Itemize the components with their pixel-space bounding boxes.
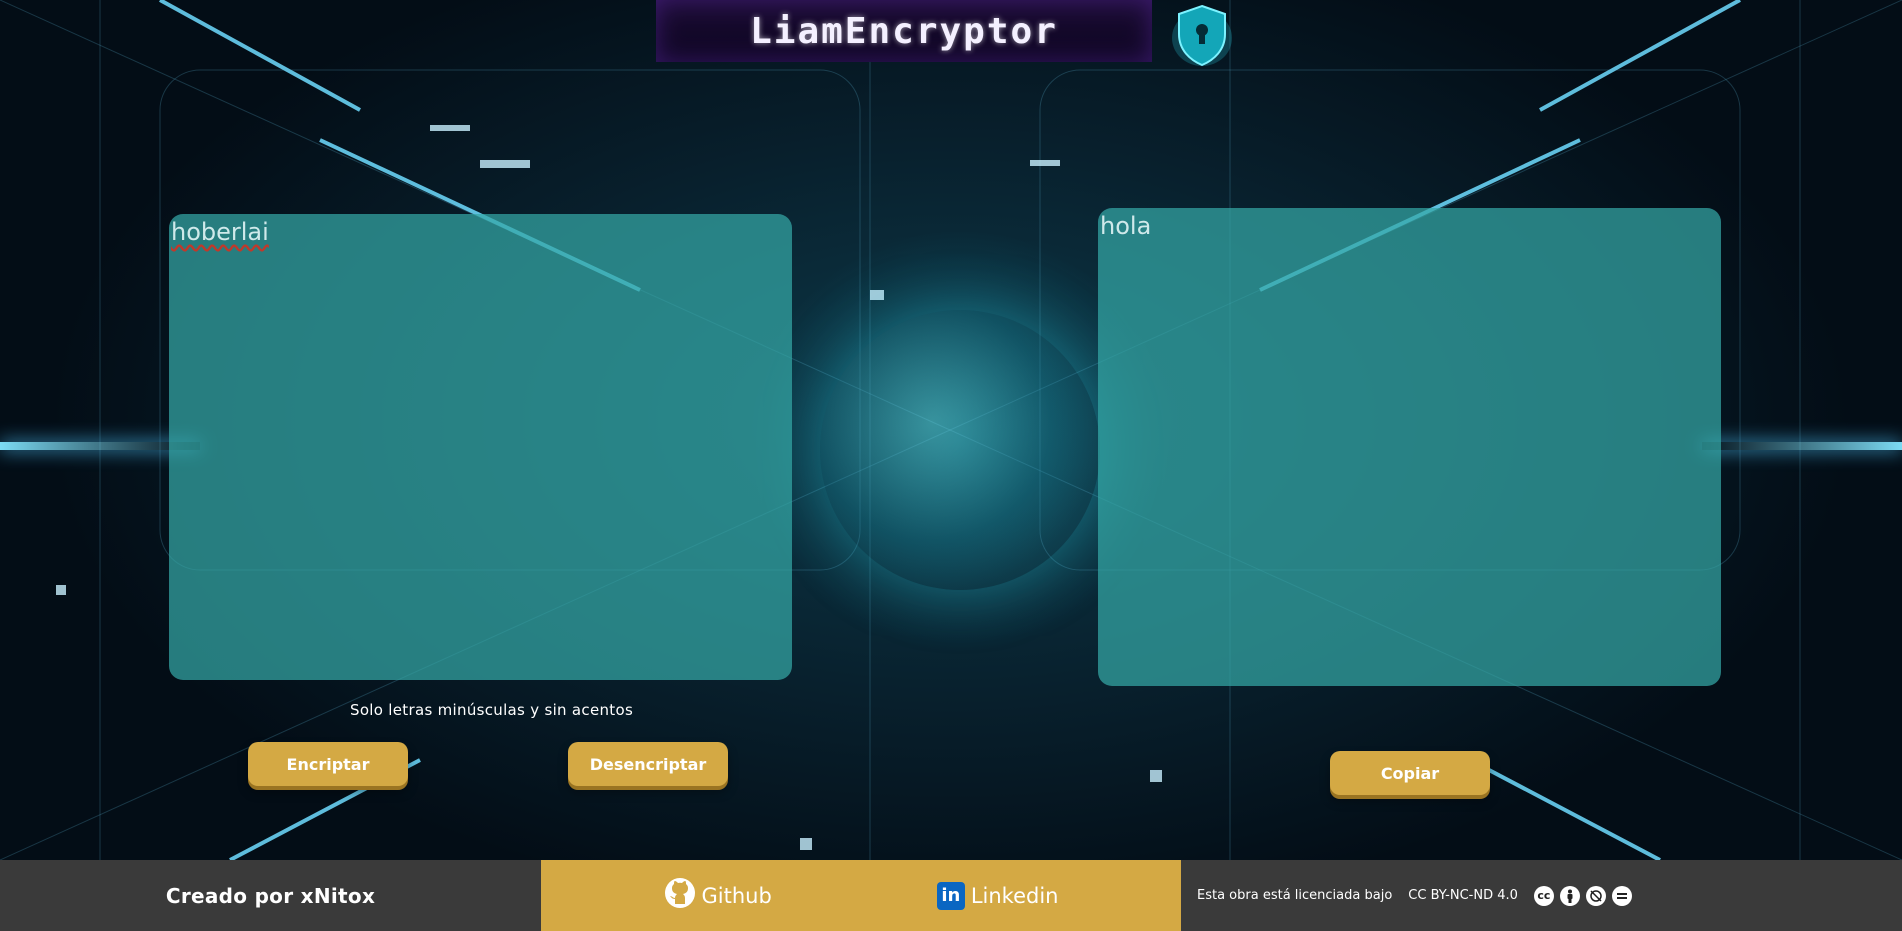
input-text: hoberlai	[171, 218, 269, 246]
github-label: Github	[701, 883, 772, 908]
by-icon	[1559, 885, 1580, 906]
decrypt-button[interactable]: Desencriptar	[568, 742, 728, 786]
footer: Creado por xNitox Github in Linkedin Est…	[0, 860, 1902, 931]
cc-icon: cc	[1533, 885, 1554, 906]
license-text: Esta obra está licenciada bajo	[1197, 888, 1393, 903]
nc-icon	[1585, 885, 1606, 906]
license-icons: cc	[1533, 885, 1632, 906]
header-banner: LiamEncryptor	[656, 0, 1152, 62]
license-section: Esta obra está licenciada bajo CC BY-NC-…	[1181, 860, 1902, 931]
linkedin-icon: in	[936, 881, 965, 910]
linkedin-label: Linkedin	[970, 883, 1059, 908]
output-textarea[interactable]: hola	[1098, 208, 1721, 686]
shield-lock-icon	[1166, 0, 1238, 70]
license-link[interactable]: CC BY-NC-ND 4.0	[1408, 888, 1518, 903]
footer-credit: Creado por xNitox	[165, 883, 376, 908]
footer-links: Github in Linkedin	[541, 860, 1181, 931]
output-text: hola	[1100, 212, 1152, 240]
light-beam-right	[1702, 442, 1902, 450]
encrypt-button[interactable]: Encriptar	[248, 742, 408, 786]
github-link[interactable]: Github	[664, 877, 772, 914]
copy-button[interactable]: Copiar	[1330, 751, 1490, 795]
app-title: LiamEncryptor	[750, 10, 1058, 52]
github-icon	[664, 877, 696, 914]
linkedin-link[interactable]: in Linkedin	[936, 881, 1059, 910]
nd-icon	[1611, 885, 1632, 906]
input-hint: Solo letras minúsculas y sin acentos	[350, 701, 634, 719]
globe-graphic	[820, 310, 1100, 590]
input-textarea[interactable]: hoberlai	[169, 214, 792, 680]
